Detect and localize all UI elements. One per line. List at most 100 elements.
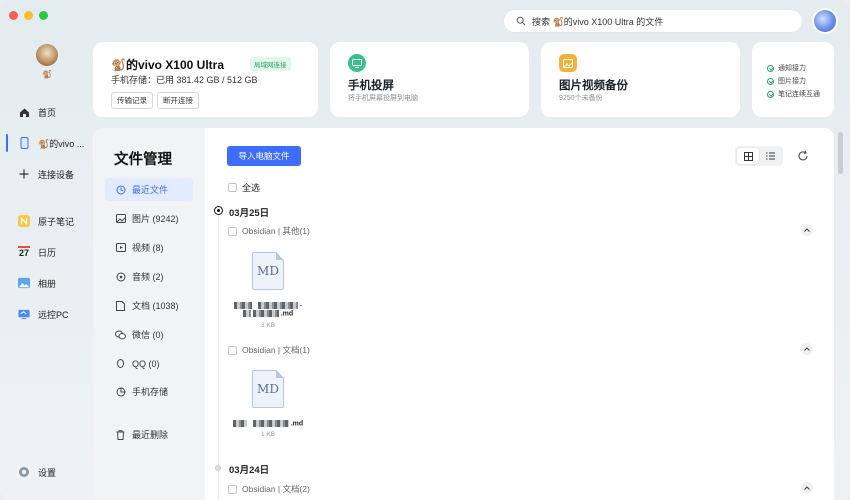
list-view-button[interactable] bbox=[759, 148, 781, 164]
maximize-window-button[interactable] bbox=[39, 11, 48, 20]
screen-mirror-subtitle: 将手机屏幕投屏到电脑 bbox=[348, 95, 418, 102]
file-name: .md bbox=[228, 420, 308, 427]
sidebar-item-label: 相册 bbox=[38, 278, 57, 289]
storage-usage: 手机存储：已用 381.42 GB / 512 GB bbox=[111, 75, 258, 85]
file-list-area: 导入电脑文件 全选 03月25日 Obsidian | 其他(1) MD - .… bbox=[205, 128, 834, 500]
close-window-button[interactable] bbox=[9, 11, 18, 20]
nav-label: QQ (0) bbox=[132, 358, 160, 369]
check-icon bbox=[767, 64, 774, 72]
app-window: 搜索 🐒的vivo X100 Ultra 的文件 🐒 首页 🐒的vivo ...… bbox=[0, 0, 850, 500]
screen-mirror-title: 手机投屏 bbox=[348, 80, 394, 92]
relay-item-label: 笔记连续互通 bbox=[778, 91, 820, 98]
video-icon bbox=[115, 242, 126, 253]
file-manager-nav: 文件管理 最近文件 图片 (9242) 视频 (8) 音频 (2) 文档 (10… bbox=[93, 128, 205, 500]
disconnect-button[interactable]: 断开连接 bbox=[157, 92, 199, 109]
collapse-button[interactable] bbox=[801, 224, 813, 236]
relay-item-label: 通知接力 bbox=[778, 65, 806, 72]
grid-icon bbox=[743, 151, 753, 161]
redacted-name-part bbox=[242, 310, 251, 318]
nav-phone-storage[interactable]: 手机存储 bbox=[105, 380, 193, 403]
redacted-name-part bbox=[232, 420, 247, 427]
user-avatar[interactable] bbox=[36, 44, 58, 66]
file-extension: .md bbox=[228, 310, 308, 318]
phone-icon bbox=[18, 137, 30, 149]
search-placeholder: 搜索 🐒的vivo X100 Ultra 的文件 bbox=[532, 16, 664, 27]
date-label: 03月24日 bbox=[229, 465, 270, 476]
sidebar-item-remote-pc[interactable]: 远控PC bbox=[6, 302, 86, 326]
select-all[interactable]: 全选 bbox=[228, 181, 260, 194]
date-label: 03月25日 bbox=[229, 208, 270, 219]
gear-icon bbox=[18, 466, 30, 478]
select-all-label: 全选 bbox=[242, 183, 261, 193]
audio-icon bbox=[115, 271, 126, 282]
file-name: - bbox=[228, 302, 308, 309]
relay-card[interactable]: 通知接力 图片接力 笔记连续互通 bbox=[752, 42, 834, 117]
relay-item: 通知接力 bbox=[767, 63, 806, 73]
file-item[interactable]: MD - .md 3 KB bbox=[228, 252, 308, 329]
nav-videos[interactable]: 视频 (8) bbox=[105, 236, 193, 259]
sidebar-item-calendar[interactable]: 27 日历 bbox=[6, 240, 86, 264]
sidebar-item-label: 🐒的vivo ... bbox=[38, 138, 85, 149]
sidebar-item-notes[interactable]: 原子笔记 bbox=[6, 209, 86, 233]
source-group-label: Obsidian | 其他(1) bbox=[242, 226, 310, 236]
sidebar-item-device[interactable]: 🐒的vivo ... bbox=[6, 131, 86, 155]
sidebar-item-home[interactable]: 首页 bbox=[6, 100, 86, 124]
photo-backup-subtitle: 9250个未备份 bbox=[559, 95, 603, 102]
nav-documents[interactable]: 文档 (1038) bbox=[105, 294, 193, 317]
storage-icon bbox=[115, 386, 126, 397]
refresh-icon[interactable] bbox=[797, 150, 809, 162]
nav-qq[interactable]: QQ (0) bbox=[105, 352, 193, 375]
sidebar-item-album[interactable]: 相册 bbox=[6, 271, 86, 295]
chevron-up-icon bbox=[804, 486, 810, 490]
image-icon bbox=[115, 213, 126, 224]
chevron-up-icon bbox=[804, 228, 810, 232]
grid-view-button[interactable] bbox=[737, 148, 759, 164]
group-checkbox[interactable] bbox=[228, 484, 237, 494]
redacted-name-part bbox=[252, 420, 289, 427]
screen-mirror-card[interactable]: 手机投屏 将手机屏幕投屏到电脑 bbox=[330, 42, 529, 117]
scrollbar[interactable] bbox=[838, 132, 843, 174]
file-size: 3 KB bbox=[260, 321, 276, 329]
source-group-header: Obsidian | 其他(1) bbox=[228, 225, 310, 237]
nav-label: 视频 (8) bbox=[132, 243, 164, 253]
select-all-checkbox[interactable] bbox=[228, 183, 237, 192]
search-input[interactable]: 搜索 🐒的vivo X100 Ultra 的文件 bbox=[504, 10, 802, 32]
collapse-button[interactable] bbox=[801, 343, 813, 355]
transfer-history-button[interactable]: 传输记录 bbox=[111, 92, 153, 109]
relay-item-label: 图片接力 bbox=[778, 78, 806, 85]
remote-pc-icon bbox=[18, 308, 30, 320]
markdown-file-icon: MD bbox=[252, 252, 284, 290]
nav-wechat[interactable]: 微信 (0) bbox=[105, 323, 193, 346]
window-controls bbox=[9, 11, 48, 20]
minimize-window-button[interactable] bbox=[24, 11, 33, 20]
view-toggle bbox=[735, 146, 783, 166]
sidebar-item-label: 远控PC bbox=[38, 309, 69, 320]
nav-label: 微信 (0) bbox=[132, 330, 164, 340]
photo-backup-title: 图片视频备份 bbox=[559, 80, 628, 92]
import-files-button[interactable]: 导入电脑文件 bbox=[227, 146, 301, 166]
list-icon bbox=[765, 152, 775, 160]
sidebar: 🐒 首页 🐒的vivo ... 连接设备 原子笔记 27 日历 相册 远控PC bbox=[0, 36, 88, 500]
file-item[interactable]: MD .md 1 KB bbox=[228, 370, 308, 438]
file-extension-label: .md bbox=[290, 420, 304, 428]
group-checkbox[interactable] bbox=[228, 226, 237, 236]
sidebar-item-label: 首页 bbox=[38, 107, 57, 118]
nav-label: 最近删除 bbox=[132, 430, 169, 440]
group-checkbox[interactable] bbox=[228, 345, 237, 355]
account-avatar[interactable] bbox=[814, 10, 836, 32]
avatar-tag: 🐒 bbox=[42, 70, 52, 79]
sidebar-item-settings[interactable]: 设置 bbox=[6, 460, 86, 484]
timeline-line bbox=[218, 213, 219, 500]
collapse-button[interactable] bbox=[801, 482, 813, 494]
home-icon bbox=[18, 106, 30, 118]
file-extension-label: .md bbox=[280, 310, 294, 318]
nav-audio[interactable]: 音频 (2) bbox=[105, 265, 193, 288]
sidebar-item-connect[interactable]: 连接设备 bbox=[6, 162, 86, 186]
nav-label: 图片 (9242) bbox=[132, 214, 179, 224]
markdown-file-icon: MD bbox=[252, 370, 284, 408]
nav-images[interactable]: 图片 (9242) bbox=[105, 207, 193, 230]
nav-recently-deleted[interactable]: 最近删除 bbox=[105, 423, 193, 446]
nav-recent-files[interactable]: 最近文件 bbox=[105, 178, 193, 201]
photo-backup-card[interactable]: 图片视频备份 9250个未备份 bbox=[541, 42, 740, 117]
nav-label: 手机存储 bbox=[132, 387, 169, 397]
